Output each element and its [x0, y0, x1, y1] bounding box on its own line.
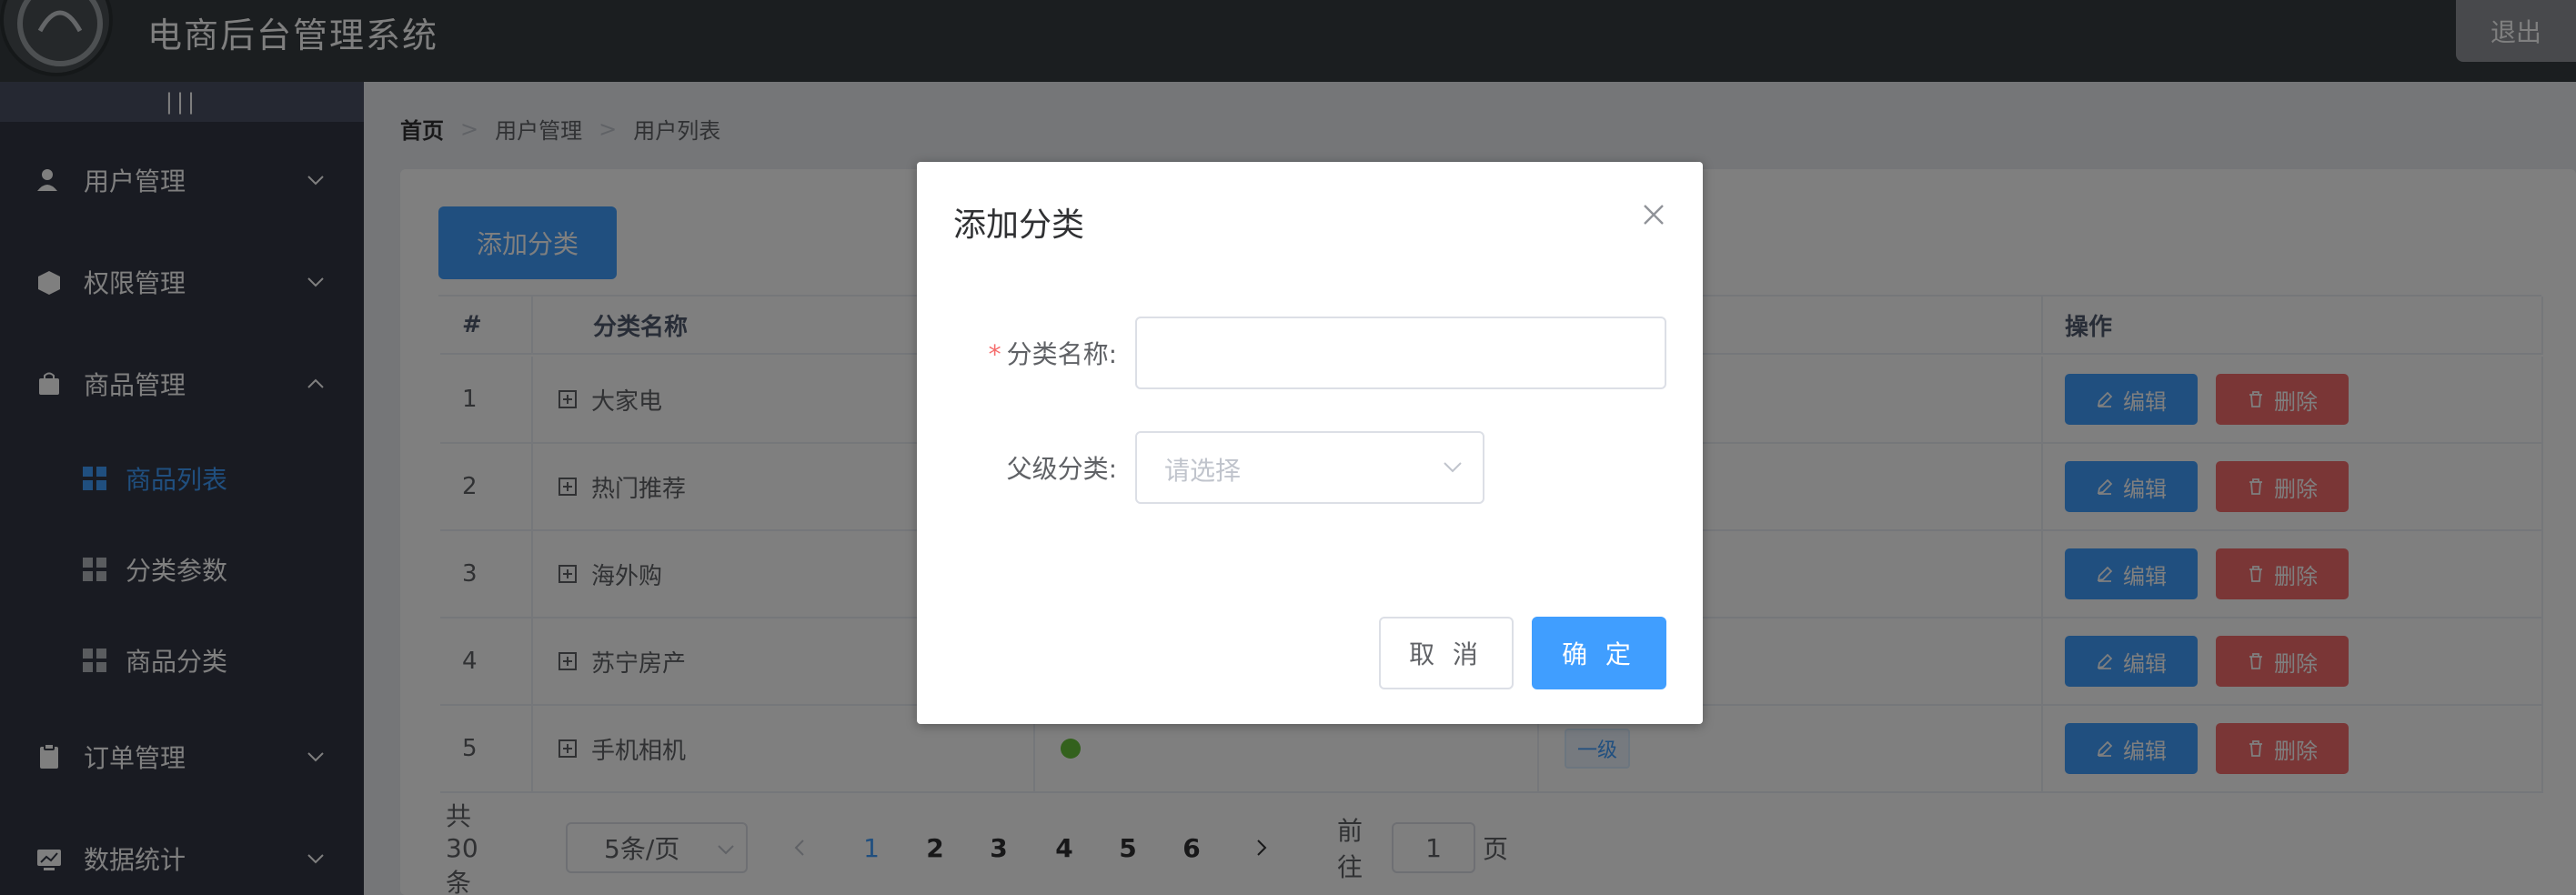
- add-category-dialog: 添加分类 * 分类名称: 父级分类: 请选择 取 消 确 定: [917, 162, 1703, 724]
- category-name-input[interactable]: [1135, 317, 1666, 389]
- confirm-button[interactable]: 确 定: [1532, 617, 1666, 689]
- parent-category-select[interactable]: 请选择: [1135, 431, 1484, 504]
- chevron-down-icon: [1444, 462, 1462, 473]
- category-name-label-text: 分类名称:: [1006, 339, 1117, 369]
- parent-category-placeholder: 请选择: [1164, 456, 1242, 486]
- parent-category-label: 父级分类:: [1006, 454, 1117, 484]
- category-name-label: * 分类名称:: [917, 335, 1117, 371]
- close-icon[interactable]: [1641, 202, 1666, 227]
- required-mark: *: [988, 339, 1001, 369]
- cancel-button[interactable]: 取 消: [1379, 617, 1514, 689]
- dialog-title: 添加分类: [953, 206, 1085, 244]
